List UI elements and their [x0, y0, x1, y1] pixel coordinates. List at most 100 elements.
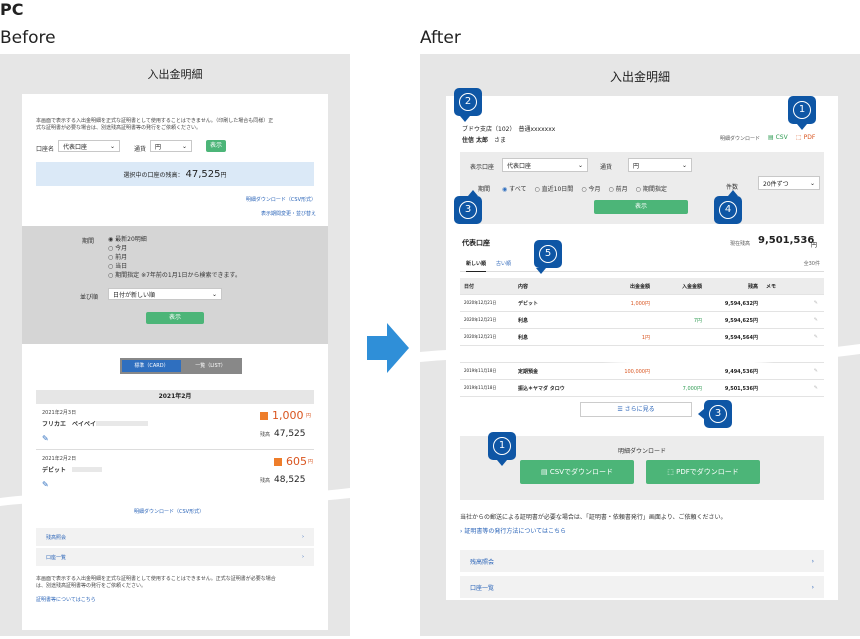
- after-csv-link[interactable]: ▤ CSV: [768, 134, 788, 141]
- cell-in: 7,000円: [682, 385, 702, 392]
- tab-oldest[interactable]: 古い順: [496, 260, 511, 267]
- cell-in: 7円: [693, 317, 702, 324]
- badge-number: 4: [719, 201, 737, 219]
- badge-pointer: [536, 268, 546, 274]
- before-nav-accounts-label: 口座一覧: [46, 554, 67, 561]
- before-change-link[interactable]: 表示期間変更・並び替え: [261, 210, 316, 217]
- before-month-header: 2021年2月: [36, 390, 314, 404]
- after-account-select[interactable]: 代表口座 ⌄: [502, 158, 588, 172]
- col-memo: メモ: [766, 283, 777, 290]
- table-row: 2019年11月18日 振込＊ヤマダ タロウ 7,000円 9,501,536円…: [460, 380, 824, 397]
- before-period-opt-1[interactable]: ○ 今月: [108, 243, 241, 252]
- chevron-right-icon: ›: [302, 554, 304, 560]
- before-entry-name: デビット: [42, 467, 67, 474]
- before-sort-select[interactable]: 日付が新しい順 ⌄: [108, 288, 222, 300]
- after-period-opt-1-label: 直近10日間: [541, 186, 574, 193]
- col-deposit: 入金金額: [681, 283, 702, 290]
- cell-content: 振込＊ヤマダ タロウ: [518, 385, 565, 392]
- before-period-opt-1-label: 今月: [115, 245, 128, 252]
- before-view-toggle: 標準（CARD） 一覧（LIST）: [120, 358, 242, 374]
- before-entry-unit: 円: [308, 459, 314, 465]
- before-sort-label: 並び順: [80, 294, 99, 301]
- after-period-opt-1[interactable]: ○ 直近10日間: [535, 184, 574, 193]
- pencil-icon[interactable]: ✎: [42, 434, 49, 443]
- after-count-select[interactable]: 20件ずつ ⌄: [758, 176, 820, 190]
- callout-badge-4: 4: [714, 190, 742, 224]
- after-currency-select[interactable]: 円 ⌄: [628, 158, 692, 172]
- tab-list-view[interactable]: 一覧（LIST）: [181, 360, 240, 372]
- before-period-options: ◉ 最新20明細 ○ 今月 ○ 前月 ○ 当日 ○ 期間指定 ※7年前の1月1日…: [108, 234, 241, 279]
- tab-newest[interactable]: 新しい順: [466, 260, 487, 272]
- before-period-opt-3-label: 当日: [115, 263, 128, 270]
- before-period-opt-4-label: 期間指定 ※7年前の1月1日から検索できます。: [115, 272, 241, 279]
- holder-name: 太郎: [475, 137, 488, 144]
- pdf-icon: ⬚: [796, 134, 802, 141]
- before-nav-balance[interactable]: 残高照会 ›: [36, 528, 314, 546]
- before-show-button-2[interactable]: 表示: [146, 312, 204, 324]
- callout-badge-3-top: 3: [454, 190, 482, 224]
- chevron-down-icon: ⌄: [809, 179, 815, 187]
- after-account-value: 代表口座: [507, 162, 532, 170]
- badge-pointer: [728, 190, 738, 196]
- before-filter-area: 期間 ◉ 最新20明細 ○ 今月 ○ 前月 ○ 当日 ○ 期間指定 ※7年前の1…: [22, 226, 328, 344]
- csv-icon: ▤: [768, 134, 774, 141]
- before-balance-bar: 選択中の口座の残高： 47,525 円: [36, 162, 314, 186]
- tab-card-view[interactable]: 標準（CARD）: [122, 360, 181, 372]
- after-holder: 住信 太郎 さま: [462, 135, 506, 144]
- callout-badge-5: 5: [534, 240, 562, 274]
- before-notice: 本画面で表示する入出金明細を正式な証明書として使用することはできません。（印刷し…: [36, 118, 274, 131]
- cell-balance: 9,501,536円: [724, 385, 758, 392]
- before-period-opt-3[interactable]: ○ 当日: [108, 261, 241, 270]
- before-heading: Before: [0, 28, 56, 48]
- pencil-icon[interactable]: ✎: [762, 300, 822, 306]
- wave-divider: [0, 488, 350, 506]
- list-icon: ☰: [617, 406, 623, 413]
- before-entry-amount: 605: [286, 455, 307, 468]
- after-nav-balance[interactable]: 残高照会 ›: [460, 550, 824, 572]
- after-current-balance: 9,501,536: [758, 235, 815, 246]
- before-cert-link[interactable]: 証明書等についてはこちら: [36, 596, 96, 603]
- after-period-opt-0[interactable]: ◉ すべて: [502, 184, 527, 193]
- after-period-opt-2[interactable]: ○ 今月: [581, 184, 600, 193]
- badge-number: 3: [459, 201, 477, 219]
- pdf-download-button[interactable]: ⬚ PDFでダウンロード: [646, 460, 760, 484]
- after-more-button[interactable]: ☰ さらに見る: [580, 402, 692, 417]
- badge-pointer: [460, 116, 470, 122]
- before-account-select[interactable]: 代表口座 ⌄: [58, 140, 120, 152]
- after-period-opt-3[interactable]: ○ 前月: [608, 184, 627, 193]
- before-entry-balance: 47,525: [274, 429, 306, 439]
- cell-balance: 9,594,632円: [724, 300, 758, 307]
- chevron-down-icon: ⌄: [181, 142, 187, 150]
- csv-download-button[interactable]: ▤ CSVでダウンロード: [520, 460, 634, 484]
- before-csv-link[interactable]: 明細ダウンロード（CSV形式）: [246, 196, 316, 203]
- before-footer-notice: 本画面で表示する入出金明細を正式な証明書として使用することはできません。正式な証…: [36, 576, 276, 589]
- after-account-name: 代表口座: [462, 239, 490, 247]
- before-entry-0[interactable]: 2021年2月3日 フリカエ ペイペイ ✎ 1,000 円 残高 47,525: [36, 404, 314, 450]
- before-account-label: 口座名: [36, 146, 55, 153]
- after-cert-link[interactable]: › 証明書等の発行方法についてはこちら: [460, 526, 566, 535]
- arrow-right-icon: [367, 323, 409, 373]
- cell-date: 2019年11月18日: [464, 385, 497, 390]
- pencil-icon[interactable]: ✎: [762, 385, 822, 391]
- before-currency-select[interactable]: 円 ⌄: [150, 140, 192, 152]
- cell-content: 利息: [518, 317, 529, 324]
- before-period-opt-2[interactable]: ○ 前月: [108, 252, 241, 261]
- after-nav-accounts[interactable]: 口座一覧 ›: [460, 576, 824, 598]
- before-nav-accounts[interactable]: 口座一覧 ›: [36, 548, 314, 566]
- before-period-opt-4[interactable]: ○ 期間指定 ※7年前の1月1日から検索できます。: [108, 270, 241, 279]
- after-period-opt-4[interactable]: ○ 期間指定: [636, 184, 667, 193]
- after-currency-value: 円: [633, 162, 640, 170]
- before-period-opt-0[interactable]: ◉ 最新20明細: [108, 234, 241, 243]
- after-show-button[interactable]: 表示: [594, 200, 688, 214]
- chevron-right-icon: ›: [302, 534, 304, 540]
- after-panel: 入出金明細 ブドウ支店（102） 普通xxxxxxx 住信 太郎 さま 明細ダウ…: [420, 54, 860, 636]
- after-pdf-link[interactable]: ⬚ PDF: [796, 134, 815, 141]
- badge-pointer: [797, 124, 807, 130]
- after-notice: 当社からの郵送による証明書が必要な場合は、「証明書・依頼書発行」画面より、ご依頼…: [460, 514, 727, 521]
- before-show-button[interactable]: 表示: [206, 140, 226, 152]
- before-balance-value: 47,525: [185, 168, 221, 180]
- masked-text: [72, 467, 102, 472]
- cell-out: 1,000円: [630, 300, 650, 307]
- before-account-value: 代表口座: [63, 143, 88, 151]
- pencil-icon[interactable]: ✎: [762, 317, 822, 323]
